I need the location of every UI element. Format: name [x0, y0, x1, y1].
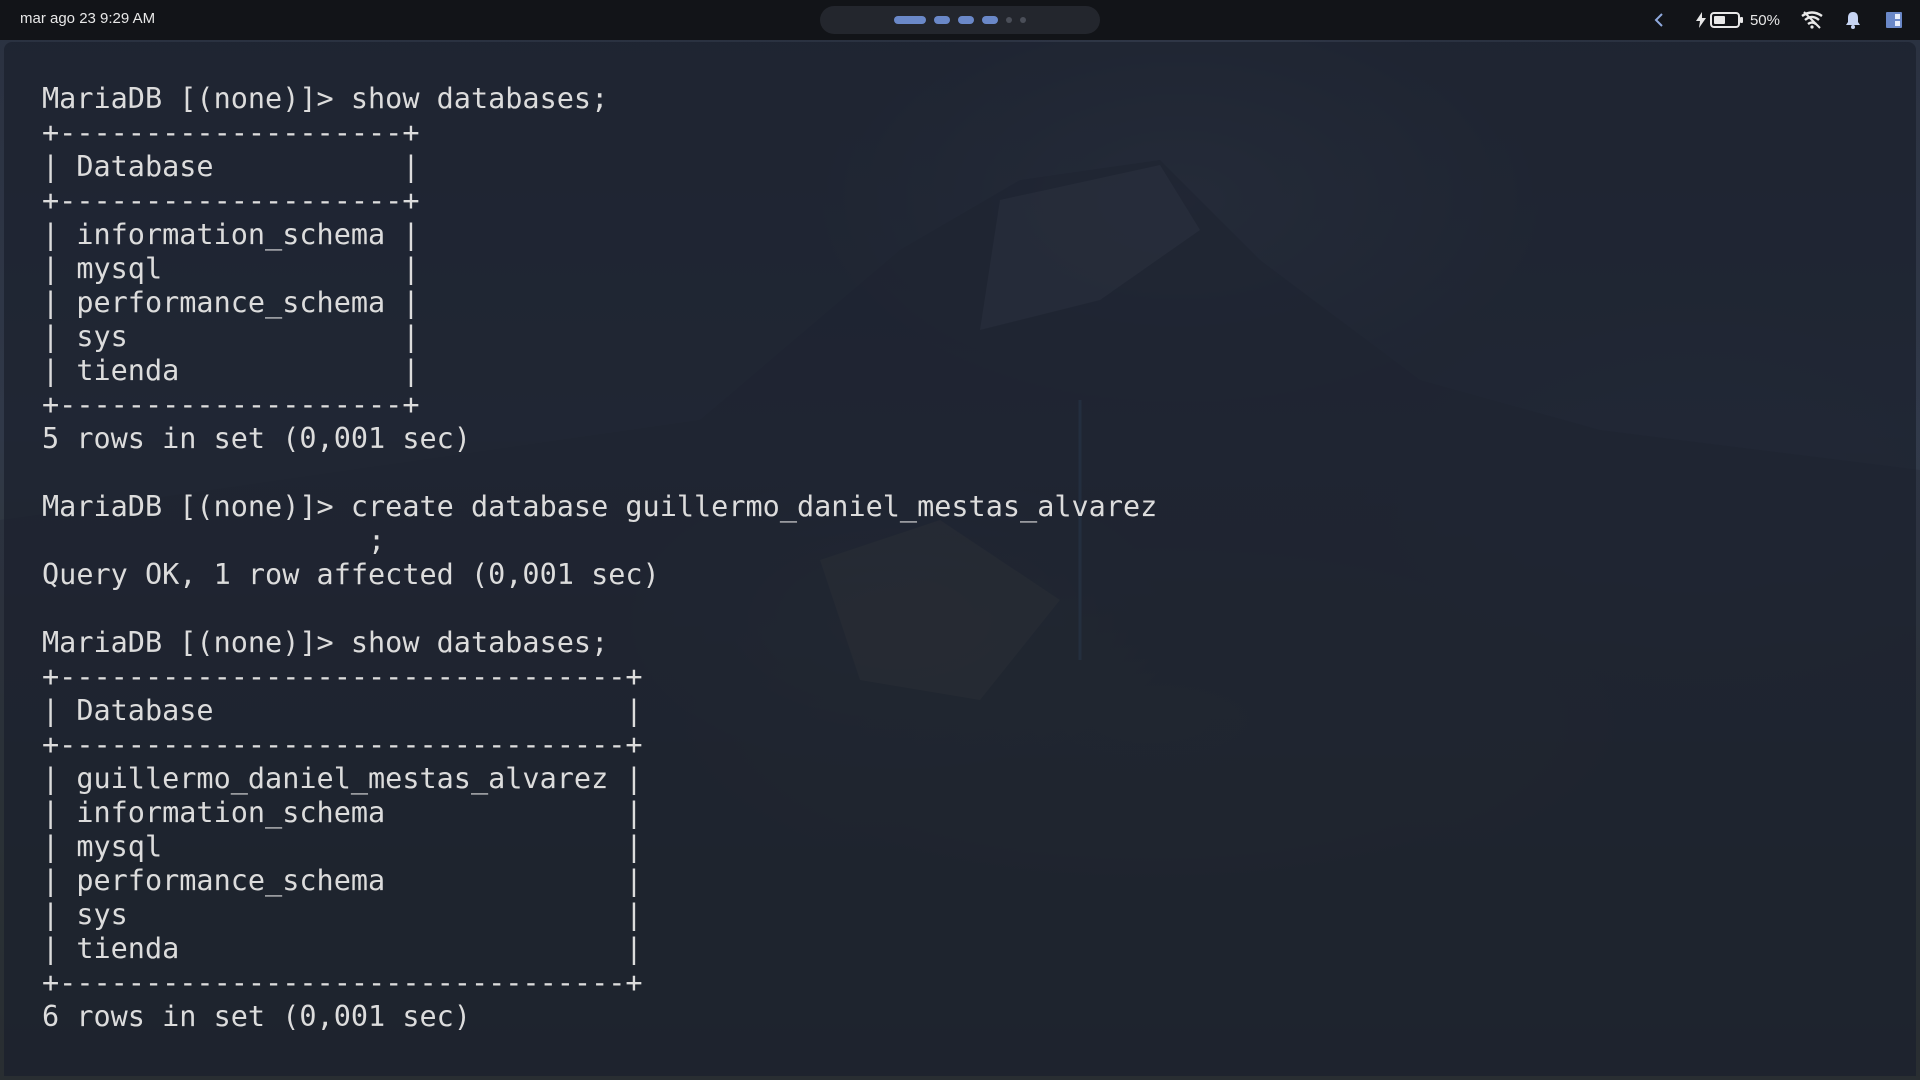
- terminal-output: MariaDB [(none)]> show databases; +------…: [42, 82, 1157, 1034]
- terminal-line: | sys |: [42, 320, 420, 353]
- terminal-line: MariaDB [(none)]> create database guille…: [42, 490, 1158, 523]
- terminal-line: Query OK, 1 row affected (0,001 sec): [42, 558, 660, 591]
- terminal-line: | mysql |: [42, 252, 420, 285]
- terminal-line: | guillermo_daniel_mestas_alvarez |: [42, 762, 643, 795]
- terminal-line: +---------------------------------+: [42, 966, 643, 999]
- terminal-line: | information_schema |: [42, 796, 643, 829]
- wifi-icon[interactable]: [1798, 0, 1826, 40]
- terminal-line: +--------------------+: [42, 184, 420, 217]
- battery-percentage: 50%: [1749, 11, 1780, 29]
- terminal-line: | performance_schema |: [42, 864, 643, 897]
- terminal-line: | information_schema |: [42, 218, 420, 251]
- terminal-line: MariaDB [(none)]> show databases;: [42, 82, 609, 115]
- terminal-line: | mysql |: [42, 830, 643, 863]
- workspace-6[interactable]: [1020, 17, 1026, 23]
- workspace-4[interactable]: [982, 16, 998, 24]
- workspace-1[interactable]: [894, 16, 926, 24]
- terminal-line: +--------------------+: [42, 388, 420, 421]
- system-tray: 50%: [1644, 0, 1920, 40]
- terminal-line: 5 rows in set (0,001 sec): [42, 422, 471, 455]
- terminal-line: MariaDB [(none)]> show databases;: [42, 626, 609, 659]
- workspace-switcher[interactable]: [820, 6, 1100, 34]
- terminal-line: +--------------------+: [42, 116, 420, 149]
- terminal-line: | sys |: [42, 898, 643, 931]
- terminal-line: | performance_schema |: [42, 286, 420, 319]
- terminal-line: ;: [42, 524, 386, 557]
- terminal-window[interactable]: MariaDB [(none)]> show databases; +------…: [4, 42, 1916, 1076]
- terminal-line: | tienda |: [42, 354, 420, 387]
- workspace-3[interactable]: [958, 16, 974, 24]
- chevron-left-icon[interactable]: [1644, 0, 1674, 40]
- clock[interactable]: mar ago 23 9:29 AM: [20, 10, 155, 27]
- terminal-line: 6 rows in set (0,001 sec): [42, 1000, 471, 1033]
- terminal-line: | tienda |: [42, 932, 643, 965]
- bolt-icon: [1694, 0, 1708, 40]
- terminal-line: | Database |: [42, 694, 643, 727]
- terminal-line: | Database |: [42, 150, 420, 183]
- battery-icon[interactable]: [1709, 12, 1744, 28]
- top-bar: mar ago 23 9:29 AM 50%: [0, 0, 1920, 40]
- workspace-2[interactable]: [934, 16, 950, 24]
- workspace-5[interactable]: [1006, 17, 1012, 23]
- panel-icon[interactable]: [1882, 0, 1906, 40]
- bell-icon[interactable]: [1842, 0, 1864, 40]
- terminal-line: +---------------------------------+: [42, 728, 643, 761]
- terminal-line: +---------------------------------+: [42, 660, 643, 693]
